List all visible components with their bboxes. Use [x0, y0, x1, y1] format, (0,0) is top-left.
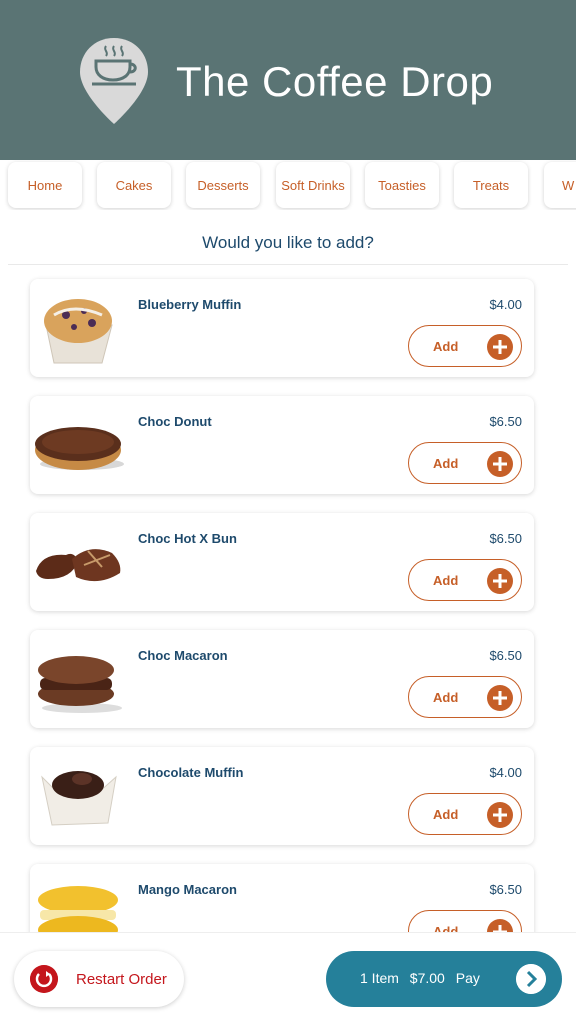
product-card[interactable]: Choc Macaron $6.50 Add — [30, 630, 534, 728]
product-card[interactable]: Chocolate Muffin $4.00 Add — [30, 747, 534, 845]
pay-button[interactable]: 1 Item $7.00 Pay — [326, 951, 562, 1007]
blueberry-muffin-image — [44, 299, 113, 364]
add-label: Add — [433, 690, 459, 705]
section-title: Would you like to add? — [202, 233, 374, 252]
plus-icon — [487, 568, 513, 594]
tab-more[interactable]: W — [544, 162, 576, 208]
item-name: Chocolate Muffin — [138, 765, 244, 780]
plus-icon — [487, 802, 513, 828]
chocolate-muffin-image — [41, 771, 117, 826]
add-label: Add — [433, 456, 459, 471]
product-card[interactable]: Choc Hot X Bun $6.50 Add — [30, 513, 534, 611]
plus-icon — [487, 334, 513, 360]
restart-icon — [30, 965, 58, 993]
item-count: 1 Item — [360, 970, 399, 986]
tab-soft-drinks[interactable]: Soft Drinks — [276, 162, 350, 208]
item-name: Choc Donut — [138, 414, 212, 429]
category-tabs: Home Cakes Desserts Soft Drinks Toasties… — [0, 160, 576, 210]
add-label: Add — [433, 807, 459, 822]
plus-icon — [487, 685, 513, 711]
add-button[interactable]: Add — [408, 676, 522, 718]
restart-order-button[interactable]: Restart Order — [14, 951, 184, 1007]
coffee-map-pin-logo — [80, 38, 148, 124]
add-button[interactable]: Add — [408, 793, 522, 835]
product-card[interactable]: Choc Donut $6.50 Add — [30, 396, 534, 494]
add-button[interactable]: Add — [408, 325, 522, 367]
restart-label: Restart Order — [76, 971, 167, 988]
add-button[interactable]: Add — [408, 559, 522, 601]
item-name: Choc Hot X Bun — [138, 531, 237, 546]
tab-toasties[interactable]: Toasties — [365, 162, 439, 208]
pay-summary: 1 Item $7.00 Pay — [360, 970, 487, 986]
pay-label: Pay — [455, 970, 480, 986]
add-label: Add — [433, 339, 459, 354]
add-label: Add — [433, 573, 459, 588]
item-price: $4.00 — [489, 765, 522, 780]
tab-cakes[interactable]: Cakes — [97, 162, 171, 208]
order-total: $7.00 — [409, 970, 445, 986]
app-header: The Coffee Drop — [0, 0, 576, 160]
product-list[interactable]: Blueberry Muffin $4.00 Add Choc Donut $6… — [0, 265, 576, 932]
add-button[interactable]: Add — [408, 442, 522, 484]
plus-icon — [487, 451, 513, 477]
app-title: The Coffee Drop — [176, 58, 494, 105]
plus-icon — [487, 919, 513, 932]
tab-treats[interactable]: Treats — [454, 162, 528, 208]
item-price: $6.50 — [489, 648, 522, 663]
add-label: Add — [433, 924, 459, 932]
product-card[interactable]: Blueberry Muffin $4.00 Add — [30, 279, 534, 377]
mango-macaron-image — [38, 886, 118, 932]
item-price: $4.00 — [489, 297, 522, 312]
item-price: $6.50 — [489, 882, 522, 897]
tab-home[interactable]: Home — [8, 162, 82, 208]
product-card[interactable]: Mango Macaron $6.50 Add — [30, 864, 534, 932]
tab-desserts[interactable]: Desserts — [186, 162, 260, 208]
choc-donut-image — [35, 427, 124, 470]
chevron-right-icon — [516, 964, 546, 994]
add-button[interactable]: Add — [408, 910, 522, 932]
choc-macaron-image — [38, 656, 122, 713]
item-name: Choc Macaron — [138, 648, 228, 663]
item-name: Blueberry Muffin — [138, 297, 242, 312]
order-footer: Restart Order 1 Item $7.00 Pay — [0, 932, 576, 1024]
item-price: $6.50 — [489, 414, 522, 429]
choc-hot-cross-bun-image — [36, 549, 121, 582]
item-price: $6.50 — [489, 531, 522, 546]
item-name: Mango Macaron — [138, 882, 237, 897]
